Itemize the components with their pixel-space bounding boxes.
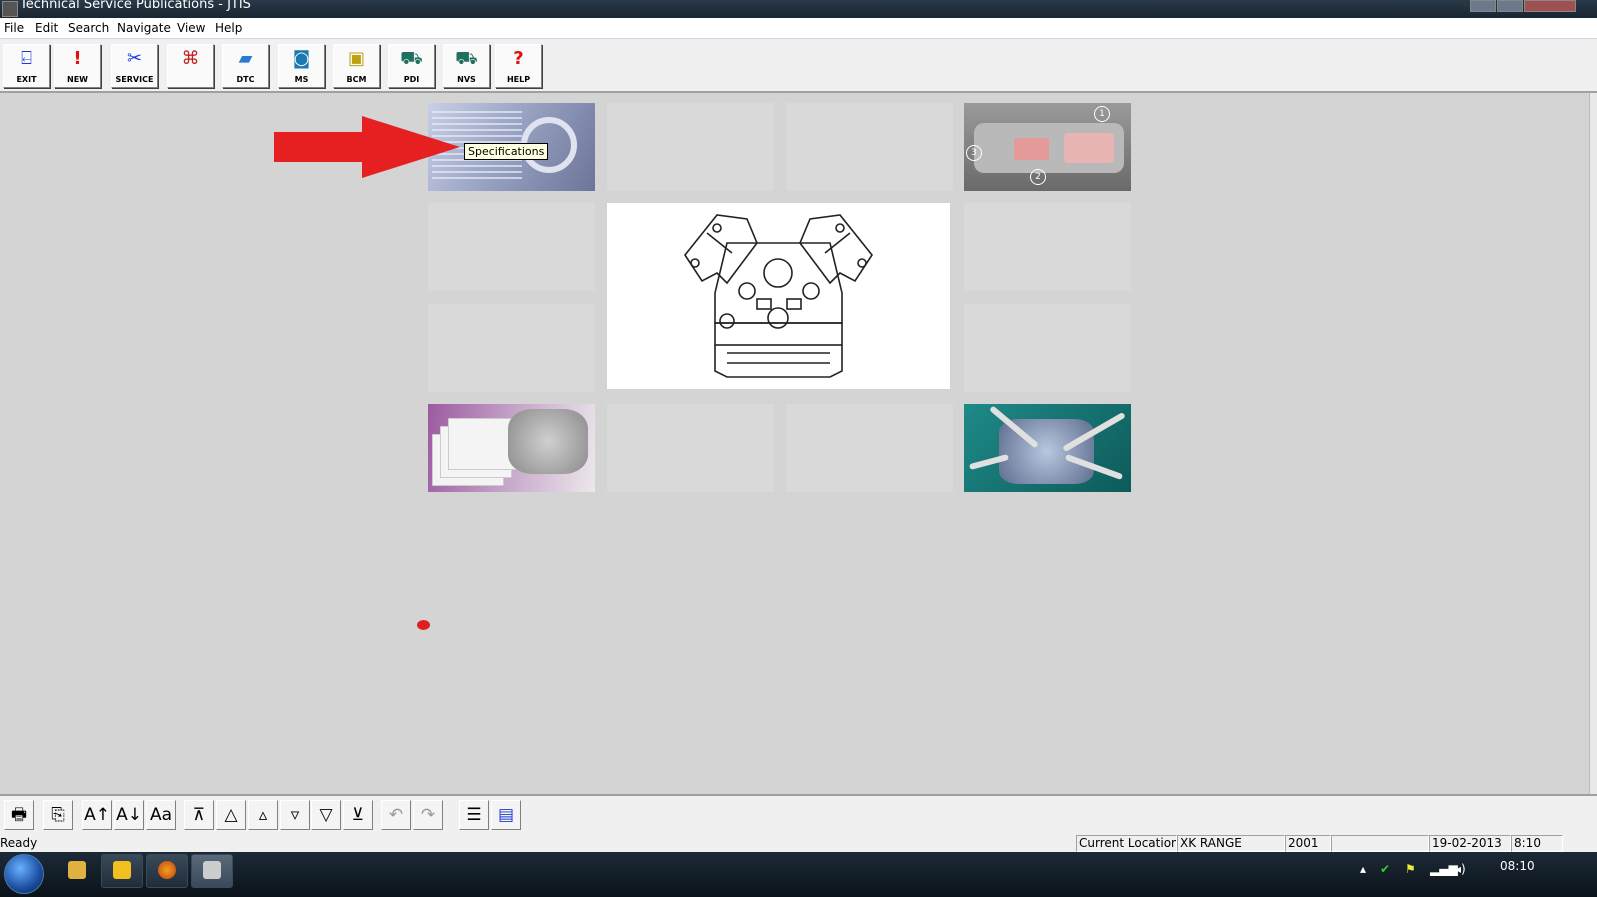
previous-page-button[interactable]: ▵	[248, 800, 278, 830]
red-arrow-annotation	[274, 116, 460, 178]
font-style-button[interactable]: Aa	[146, 800, 176, 830]
firefox-taskbar-button[interactable]	[146, 854, 188, 888]
menu-view[interactable]: View	[177, 21, 205, 35]
status-ready-text: Ready	[0, 836, 38, 850]
content-area: 1 2 3	[0, 93, 1590, 805]
empty-tile	[428, 203, 595, 291]
last-page-button[interactable]: ⊻	[343, 800, 373, 830]
service-button[interactable]: ✂ SERVICE	[111, 44, 158, 88]
manuals-tile[interactable]	[428, 404, 595, 492]
network-signal-icon[interactable]: ▂▄▆	[1430, 862, 1458, 876]
empty-tile	[964, 304, 1131, 392]
blank-field	[1331, 835, 1429, 852]
maximize-button[interactable]	[1497, 0, 1523, 12]
date-field: 19-02-2013	[1429, 835, 1511, 852]
exclamation-icon: !	[73, 48, 82, 69]
main-toolbar: ⍇ EXIT ! NEW ✂ SERVICE ⌘ ▰ DTC ◙ MS ▣ BC…	[0, 39, 1597, 93]
help-question-icon: ?	[513, 48, 524, 69]
firefox-icon	[158, 861, 176, 879]
ms-button[interactable]: ◙ MS	[278, 44, 325, 88]
exit-door-icon: ⍇	[21, 48, 32, 69]
file-explorer-taskbar-button[interactable]	[56, 854, 98, 888]
next-page-button[interactable]: ▿	[280, 800, 310, 830]
empty-tile	[607, 103, 774, 191]
navigation-toolbar: 🖶 ⎘ A↑ A↓ Aa ⊼ △ ▵ ▿ ▽ ⊻ ↶ ↷ ☰ ▤	[0, 794, 1597, 834]
outlook-icon	[113, 861, 131, 879]
window-title: Technical Service Publications - JTIS	[20, 0, 251, 12]
connector-icon: ⌘	[181, 48, 200, 69]
empty-tile	[786, 103, 953, 191]
current-location-label: Current Location	[1076, 835, 1177, 852]
time-field: 8:10	[1511, 835, 1563, 852]
bcm-button[interactable]: ▣ BCM	[333, 44, 380, 88]
exit-button[interactable]: ⍇ EXIT	[3, 44, 50, 88]
bcm-module-icon: ▣	[347, 48, 365, 69]
menu-navigate[interactable]: Navigate	[117, 21, 171, 35]
print-button[interactable]: 🖶	[4, 800, 34, 830]
callout-number: 2	[1030, 169, 1046, 185]
flag-icon[interactable]: ⚑	[1405, 862, 1416, 876]
wrench-icon: ✂	[126, 48, 143, 69]
show-hidden-icons-button[interactable]: ▴	[1360, 862, 1366, 876]
menu-bar: File Edit Search Navigate View Help	[0, 18, 1597, 39]
engine-icon	[508, 409, 588, 474]
first-page-button[interactable]: ⊼	[184, 800, 214, 830]
red-dot-marker	[417, 620, 430, 630]
model-field: XK RANGE	[1177, 835, 1285, 852]
copy-button[interactable]: ⎘	[43, 800, 73, 830]
jtis-taskbar-button[interactable]	[191, 854, 233, 888]
contents-list-button[interactable]: ☰	[459, 800, 489, 830]
forward-button[interactable]: ↷	[413, 800, 443, 830]
help-button[interactable]: ? HELP	[495, 44, 542, 88]
outlook-taskbar-button[interactable]	[101, 854, 143, 888]
nvs-car-icon: ⛟	[455, 48, 478, 69]
vertical-scrollbar[interactable]	[1589, 93, 1597, 805]
empty-tile	[607, 404, 774, 492]
taskbar-clock[interactable]: 08:10	[1500, 859, 1535, 873]
minimize-button[interactable]	[1470, 0, 1496, 12]
close-button[interactable]	[1524, 0, 1576, 12]
workshop-tools-tile[interactable]	[964, 404, 1131, 492]
folder-icon	[68, 861, 86, 879]
font-decrease-button[interactable]: A↓	[114, 800, 144, 830]
font-increase-button[interactable]: A↑	[82, 800, 112, 830]
nvs-button[interactable]: ⛟ NVS	[443, 44, 490, 88]
jtis-app-icon	[203, 861, 221, 879]
app-icon	[2, 1, 18, 17]
new-button[interactable]: ! NEW	[54, 44, 101, 88]
callout-number: 3	[966, 145, 982, 161]
year-field: 2001	[1285, 835, 1331, 852]
menu-help[interactable]: Help	[215, 21, 242, 35]
empty-tile	[428, 304, 595, 392]
menu-edit[interactable]: Edit	[35, 21, 58, 35]
menu-search[interactable]: Search	[68, 21, 109, 35]
window-titlebar[interactable]: Technical Service Publications - JTIS	[0, 0, 1597, 18]
document-view-button[interactable]: ▤	[491, 800, 521, 830]
status-bar: Ready Current Location XK RANGE 2001 19-…	[0, 834, 1597, 852]
windows-taskbar: ▴ ✔ ⚑ ▂▄▆ ◂) 08:10	[0, 852, 1597, 897]
pdi-button[interactable]: ⛟ PDI	[388, 44, 435, 88]
callout-number: 1	[1094, 106, 1110, 122]
connector-button[interactable]: ⌘	[167, 44, 214, 88]
dashboard-tile[interactable]: 1 2 3	[964, 103, 1131, 191]
engine-block-icon	[684, 214, 873, 378]
specifications-tooltip: Specifications	[464, 143, 549, 160]
back-button[interactable]: ↶	[381, 800, 411, 830]
sync-icon[interactable]: ✔	[1380, 862, 1390, 876]
start-button[interactable]	[4, 854, 44, 894]
next-section-button[interactable]: ▽	[311, 800, 341, 830]
pdi-car-icon: ⛟	[400, 48, 423, 69]
dtc-button[interactable]: ▰ DTC	[222, 44, 269, 88]
previous-section-button[interactable]: △	[216, 800, 246, 830]
engine-diagram[interactable]	[607, 203, 950, 389]
empty-tile	[786, 404, 953, 492]
dtc-scanner-icon: ▰	[238, 48, 253, 69]
ms-machine-icon: ◙	[292, 48, 311, 69]
menu-file[interactable]: File	[4, 21, 24, 35]
volume-icon[interactable]: ◂)	[1455, 862, 1466, 876]
empty-tile	[964, 203, 1131, 291]
